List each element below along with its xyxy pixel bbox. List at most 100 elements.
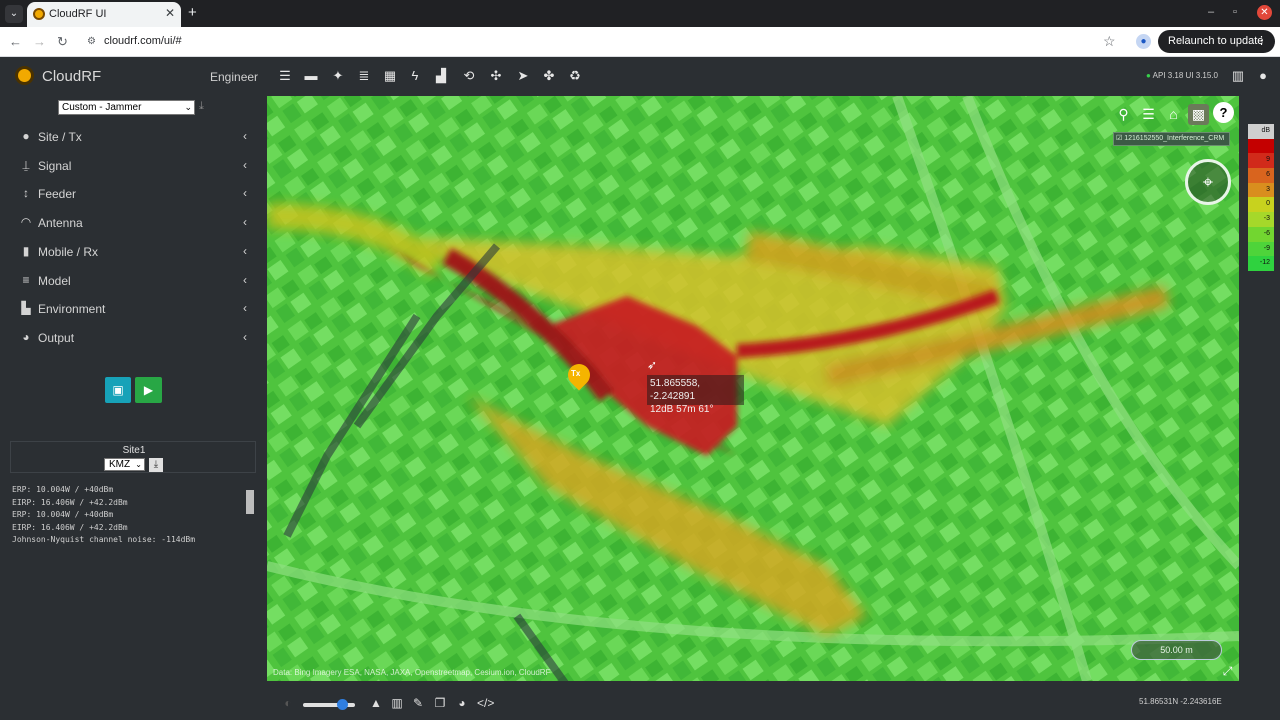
network-icon[interactable]: ✣ [487, 67, 505, 85]
legend-entry: -9 [1248, 241, 1274, 257]
log-line: Johnson-Nyquist channel noise: -114dBm [12, 535, 196, 545]
navigation-compass[interactable]: ⌖ [1185, 159, 1231, 205]
medal-icon[interactable]: ✦ [329, 67, 347, 85]
site-panel: Site1 KMZ ⌄ ⤓ [10, 441, 256, 473]
scale-bar: 50.00 m [1131, 640, 1222, 660]
recycle-icon[interactable]: ♻ [566, 67, 584, 85]
status-dot-icon: ● [1146, 71, 1153, 80]
forward-icon[interactable]: → [33, 34, 46, 49]
crosshair-icon: ⌖ [1202, 172, 1214, 192]
sidebar-item-signal[interactable]: ⍊ Signal ‹ [0, 152, 266, 180]
sidebar-item-output[interactable]: ◕ Output ‹ [0, 324, 266, 352]
log-line: EIRP: 16.406W / +42.2dBm [12, 522, 128, 532]
output-log[interactable]: ERP: 10.004W / +40dBm EIRP: 16.406W / +4… [10, 484, 256, 550]
api-version: ● API 3.18 UI 3.15.0 [1146, 71, 1218, 80]
palette-icon: ◕ [22, 330, 30, 344]
preset-download-icon[interactable]: ⤓ [199, 100, 204, 113]
ruler-icon[interactable]: ▬ [302, 67, 320, 85]
fullscreen-icon[interactable]: ⤢ [1220, 664, 1235, 679]
basemap-icon[interactable]: ▩ [1188, 104, 1209, 125]
tab-search-button[interactable]: ⌄ [5, 5, 23, 23]
sidebar-item-site-tx[interactable]: ● Site / Tx ‹ [0, 123, 266, 151]
chart-icon[interactable]: ▟ [432, 67, 450, 85]
app-header: CloudRF Engineer ☰ ▬ ✦ ≣ ▦ ϟ ▟ ⟲ ✣ ➤ ✤ ♻… [0, 58, 1280, 96]
chevron-left-icon: ‹ [243, 301, 247, 315]
legend-entry: -12 [1248, 256, 1274, 271]
map-view[interactable]: ⚲ ☰ ⌂ ▩ ? ☑ 1216152550_Interference_CRM … [267, 96, 1239, 681]
preset-value: Custom - Jammer [62, 102, 142, 113]
help-icon[interactable]: ? [1213, 102, 1234, 123]
chevron-left-icon: ‹ [243, 186, 247, 200]
chevron-left-icon: ‹ [243, 330, 247, 344]
sidebar-item-label: Model [38, 274, 71, 288]
new-tab-button[interactable]: + [188, 4, 197, 21]
map-search-icon[interactable]: ⚲ [1113, 104, 1134, 125]
save-icon: ▣ [112, 383, 124, 397]
save-button[interactable]: ▣ [105, 377, 131, 403]
map-pin-icon: ● [22, 129, 30, 143]
sidebar: Custom - Jammer ⌄ ⤓ ● Site / Tx ‹ ⍊ Sign… [0, 96, 266, 720]
maximize-icon[interactable]: ▫ [1233, 6, 1237, 18]
layer-toggle[interactable]: ☑ 1216152550_Interference_CRM [1113, 132, 1230, 146]
profile-avatar-icon[interactable]: ● [1136, 34, 1151, 49]
contrast-icon[interactable]: ◐ [280, 695, 296, 711]
bolt-icon[interactable]: ϟ [406, 67, 424, 85]
copy-icon[interactable]: ❐ [432, 695, 448, 711]
export-format-select[interactable]: KMZ ⌄ [104, 458, 145, 471]
legend-unit: dB [1248, 124, 1274, 139]
log-scrollbar[interactable] [246, 490, 254, 514]
site-info-icon[interactable]: ⚙ [87, 36, 96, 47]
grid-icon[interactable]: ▦ [381, 67, 399, 85]
bookmark-star-icon[interactable]: ☆ [1103, 33, 1116, 50]
map-attribution: Data: Bing Imagery ESA, NASA, JAXA, Open… [273, 668, 551, 677]
database-icon[interactable]: ≣ [355, 67, 373, 85]
run-button[interactable]: ▶ [135, 377, 162, 403]
sidebar-item-label: Output [38, 331, 75, 345]
pencil-icon[interactable]: ✎ [410, 695, 426, 711]
route-icon[interactable]: ⟲ [460, 67, 478, 85]
drone-icon[interactable]: ✤ [540, 67, 558, 85]
cloudrf-logo-icon [15, 66, 34, 85]
sidebar-item-feeder[interactable]: ↕ Feeder ‹ [0, 180, 266, 208]
download-icon: ⤓ [153, 459, 159, 470]
building-icon[interactable]: ▥ [389, 695, 405, 711]
code-icon[interactable]: </> [477, 695, 494, 711]
updown-arrow-icon: ↕ [23, 186, 29, 200]
checkbox-icon: ☑ [1116, 135, 1123, 142]
reload-icon[interactable]: ↻ [57, 34, 68, 50]
send-icon[interactable]: ➤ [514, 67, 532, 85]
user-icon[interactable]: ● [1254, 67, 1272, 85]
browser-tab[interactable]: CloudRF UI ✕ [27, 2, 181, 27]
opacity-slider-thumb[interactable] [337, 699, 348, 710]
log-line: ERP: 10.004W / +40dBm [12, 510, 114, 520]
palette-icon[interactable]: ◕ [454, 695, 470, 711]
relaunch-button[interactable]: Relaunch to update ⋮ [1158, 30, 1275, 53]
close-window-icon[interactable]: ✕ [1257, 5, 1272, 20]
signal-legend: dB 9 6 3 0 -3 -6 -9 -12 [1248, 124, 1274, 271]
more-menu-icon[interactable]: ⋮ [1256, 30, 1267, 53]
legend-entry: 0 [1248, 197, 1274, 213]
minimize-icon[interactable]: – [1208, 6, 1214, 18]
scale-label: 50.00 m [1160, 645, 1193, 655]
sidebar-item-mobile-rx[interactable]: ▮ Mobile / Rx ‹ [0, 238, 266, 266]
bottom-toolbar: ◐ ▲ ▥ ✎ ❐ ◕ </> 51.86531N -2.243616E [0, 684, 1280, 720]
api-version-text: API 3.18 UI 3.15.0 [1152, 71, 1218, 80]
download-button[interactable]: ⤓ [149, 458, 163, 472]
back-icon[interactable]: ← [9, 34, 22, 49]
sidebar-item-label: Antenna [38, 216, 83, 230]
sidebar-item-model[interactable]: ≡ Model ‹ [0, 267, 266, 295]
url-field[interactable]: cloudrf.com/ui/# [104, 35, 182, 47]
warning-icon[interactable]: ▲ [368, 695, 384, 711]
sidebar-item-antenna[interactable]: ◠ Antenna ‹ [0, 209, 266, 237]
sidebar-item-environment[interactable]: ▙ Environment ‹ [0, 295, 266, 323]
address-bar: ← → ↻ ⚙ cloudrf.com/ui/# ☆ ● Relaunch to… [0, 27, 1280, 57]
preset-select[interactable]: Custom - Jammer ⌄ [58, 100, 195, 115]
layers-list-icon[interactable]: ☰ [1138, 104, 1159, 125]
user-mode: Engineer [210, 70, 259, 84]
home-icon[interactable]: ⌂ [1163, 104, 1184, 125]
legend-entry: -6 [1248, 226, 1274, 242]
book-icon[interactable]: ▥ [1229, 67, 1247, 85]
menu-icon[interactable]: ☰ [276, 67, 294, 85]
layer-name: 1216152550_Interference_CRM [1124, 135, 1225, 142]
close-tab-icon[interactable]: ✕ [165, 6, 175, 20]
